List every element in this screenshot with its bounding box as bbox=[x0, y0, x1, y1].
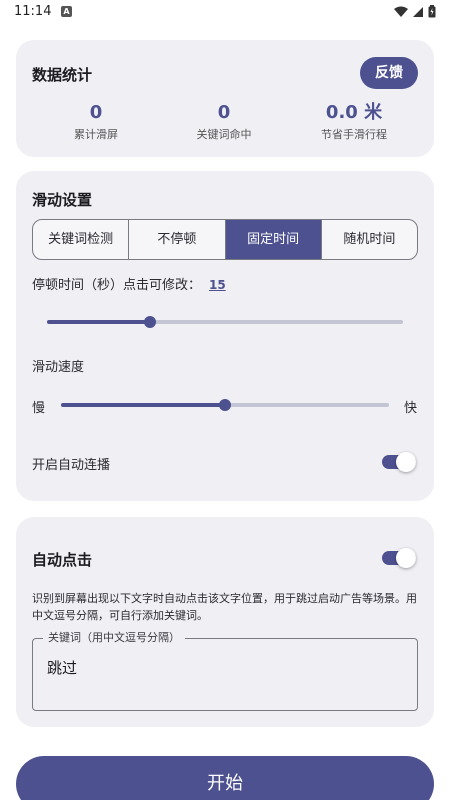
scroll-settings-card: 滑动设置 关键词检测 不停顿 固定时间 随机时间 停顿时间（秒）点击可修改： 15… bbox=[16, 171, 434, 501]
auto-click-toggle[interactable] bbox=[382, 548, 416, 568]
toggle-knob bbox=[396, 548, 416, 568]
slider-fill bbox=[61, 403, 225, 407]
stat-value: 0 bbox=[217, 102, 231, 123]
auto-click-title: 自动点击 bbox=[32, 551, 93, 569]
stat-value: 0 bbox=[89, 102, 103, 123]
stat-keyword-hits: 0 关键词命中 bbox=[154, 101, 294, 142]
stat-label: 节省手滑行程 bbox=[321, 128, 387, 141]
keyword-input-label: 关键词（用中文逗号分隔） bbox=[43, 631, 185, 645]
keyword-input-box[interactable]: 关键词（用中文逗号分隔） 跳过 bbox=[32, 631, 418, 711]
speed-fast-label: 快 bbox=[404, 401, 418, 416]
stat-distance-saved: 0.0 米 节省手滑行程 bbox=[284, 101, 424, 142]
stat-label: 关键词命中 bbox=[196, 128, 252, 141]
mode-keyword-detect[interactable]: 关键词检测 bbox=[33, 220, 130, 259]
speed-slow-label: 慢 bbox=[32, 401, 46, 416]
speed-slider[interactable] bbox=[61, 397, 389, 413]
toggle-knob bbox=[396, 452, 416, 472]
slider-thumb[interactable] bbox=[144, 316, 157, 328]
autoplay-toggle[interactable] bbox=[382, 452, 416, 472]
slider-thumb[interactable] bbox=[219, 399, 231, 411]
auto-click-card: 自动点击 识别到屏幕出现以下文字时自动点击该文字位置，用于跳过启动广告等场景。用… bbox=[16, 517, 434, 727]
stat-value: 0.0 米 bbox=[325, 102, 383, 123]
stat-total-swipes: 0 累计滑屏 bbox=[26, 101, 166, 142]
status-time: 11:14 bbox=[14, 4, 52, 19]
autoplay-label: 开启自动连播 bbox=[32, 458, 111, 473]
stats-card: 数据统计 反馈 0 累计滑屏 0 关键词命中 0.0 米 节省手滑行程 bbox=[16, 40, 434, 157]
speed-label: 滑动速度 bbox=[32, 360, 85, 375]
mode-random-time[interactable]: 随机时间 bbox=[322, 220, 417, 259]
pause-time-slider[interactable] bbox=[47, 314, 403, 330]
status-icons bbox=[394, 5, 436, 18]
pause-time-value[interactable]: 15 bbox=[209, 278, 226, 292]
mode-no-pause[interactable]: 不停顿 bbox=[129, 220, 226, 259]
pause-time-row: 停顿时间（秒）点击可修改： 15 bbox=[32, 274, 226, 293]
stats-title: 数据统计 bbox=[32, 66, 93, 84]
auto-click-description: 识别到屏幕出现以下文字时自动点击该文字位置，用于跳过启动广告等场景。用中文逗号分… bbox=[32, 592, 417, 622]
status-bar: 11:14 A bbox=[0, 0, 450, 26]
notification-icon: A bbox=[61, 6, 72, 17]
slider-fill bbox=[47, 320, 151, 324]
battery-icon bbox=[428, 5, 436, 18]
keyword-input-value[interactable]: 跳过 bbox=[47, 657, 77, 678]
signal-icon bbox=[413, 6, 423, 17]
scroll-settings-title: 滑动设置 bbox=[32, 191, 93, 209]
feedback-button[interactable]: 反馈 bbox=[360, 57, 418, 89]
mode-fixed-time[interactable]: 固定时间 bbox=[225, 220, 322, 259]
stat-label: 累计滑屏 bbox=[74, 128, 118, 141]
mode-segmented-control: 关键词检测 不停顿 固定时间 随机时间 bbox=[32, 219, 418, 260]
wifi-icon bbox=[394, 6, 408, 17]
start-button[interactable]: 开始 bbox=[16, 756, 434, 800]
pause-time-label: 停顿时间（秒）点击可修改： bbox=[32, 278, 202, 293]
